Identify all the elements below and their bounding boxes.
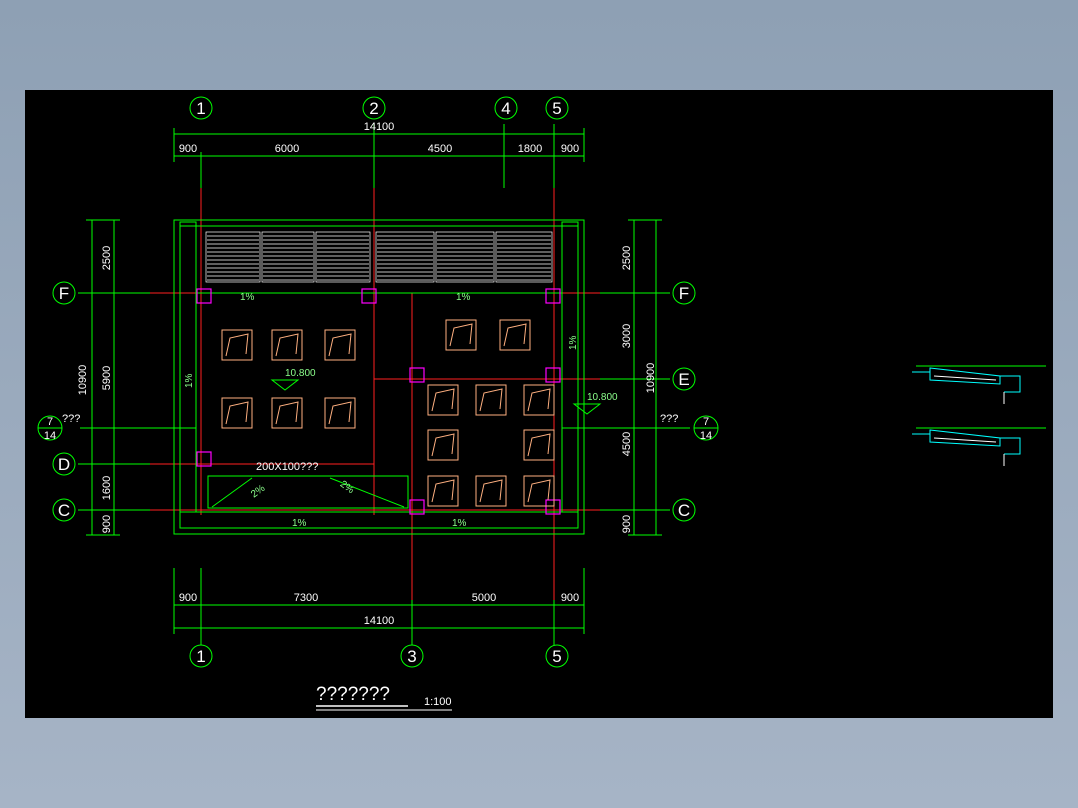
- drawing-scale: 1:100: [424, 696, 452, 708]
- slope-label: 1%: [240, 292, 255, 303]
- dim-left-seg: 5900: [101, 366, 113, 390]
- slope-label: 1%: [184, 373, 195, 388]
- elevation-label: 10.800: [587, 392, 618, 403]
- detail-ref-label: ???: [660, 413, 678, 425]
- dim-right-total: 10900: [645, 363, 657, 394]
- svg-text:14: 14: [700, 430, 712, 442]
- slope-label: 1%: [456, 292, 471, 303]
- gutter-label: 200X100???: [256, 461, 318, 473]
- dim-top-seg: 1800: [518, 143, 542, 155]
- svg-text:1: 1: [196, 99, 205, 118]
- dim-right-seg: 4500: [621, 432, 633, 456]
- svg-text:7: 7: [47, 416, 53, 428]
- detail-ref-label: ???: [62, 413, 80, 425]
- dim-left-seg: 900: [101, 515, 113, 533]
- model-space-canvas[interactable]: [25, 90, 1053, 718]
- dim-top-seg: 6000: [275, 143, 299, 155]
- dim-left-seg: 1600: [101, 476, 113, 500]
- svg-text:14: 14: [44, 430, 56, 442]
- svg-text:C: C: [58, 501, 70, 520]
- floor-plan-drawing: 1% 1% 1% 1% 1% 1% 2% 2% 10.800 10.800 20…: [25, 90, 1053, 718]
- dim-right-seg: 900: [621, 515, 633, 533]
- svg-text:4: 4: [501, 99, 510, 118]
- svg-text:F: F: [679, 284, 689, 303]
- svg-text:3: 3: [407, 647, 416, 666]
- elevation-label: 10.800: [285, 368, 316, 379]
- svg-text:7: 7: [703, 416, 709, 428]
- dim-bottom-seg: 5000: [472, 592, 496, 604]
- dim-bottom-total: 14100: [364, 615, 395, 627]
- slope-label: 1%: [568, 335, 579, 350]
- svg-text:C: C: [678, 501, 690, 520]
- svg-text:2: 2: [369, 99, 378, 118]
- svg-text:D: D: [58, 455, 70, 474]
- dim-bottom-seg: 7300: [294, 592, 318, 604]
- drawing-title-text: ???????: [316, 684, 390, 705]
- dim-top-seg: 900: [179, 143, 197, 155]
- svg-text:5: 5: [552, 99, 561, 118]
- dim-bottom-seg: 900: [179, 592, 197, 604]
- dim-right-seg: 2500: [621, 246, 633, 270]
- dim-top-seg: 900: [561, 143, 579, 155]
- svg-text:E: E: [678, 370, 689, 389]
- svg-text:F: F: [59, 284, 69, 303]
- dim-bottom-seg: 900: [561, 592, 579, 604]
- dim-right-seg: 3000: [621, 324, 633, 348]
- slope-label: 1%: [452, 518, 467, 529]
- dim-top-seg: 4500: [428, 143, 452, 155]
- dim-top-total: 14100: [364, 121, 395, 133]
- slope-label: 1%: [292, 518, 307, 529]
- dim-left-total: 10900: [77, 365, 89, 396]
- svg-text:1: 1: [196, 647, 205, 666]
- svg-text:5: 5: [552, 647, 561, 666]
- dim-left-seg: 2500: [101, 246, 113, 270]
